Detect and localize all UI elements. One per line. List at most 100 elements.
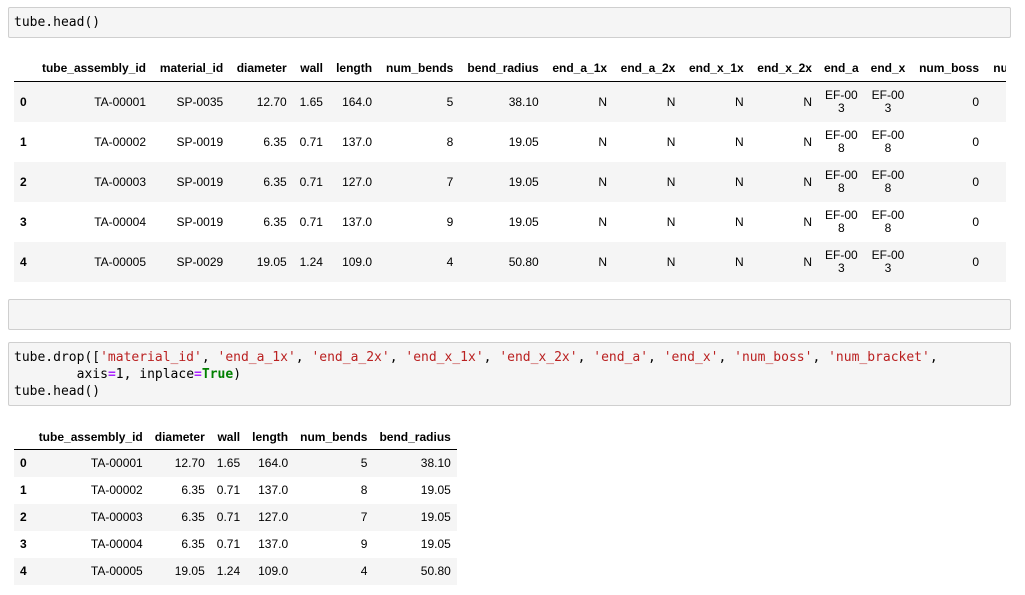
table-cell: EF-008 xyxy=(871,207,905,235)
table-cell: N xyxy=(598,214,608,229)
table-cell: 137.0 xyxy=(258,483,289,497)
table-cell: 9 xyxy=(360,537,368,551)
table-cell xyxy=(985,122,1006,162)
output-table-1: tube_assembly_id material_id diameter wall l… xyxy=(14,54,1006,282)
row-index: 3 xyxy=(20,214,27,229)
column-header: num_boss xyxy=(911,54,986,82)
table-row: 0 TA-00001 SP-0035 12.70 1.65 164.0 5 38.10 N N N N… xyxy=(14,81,1006,122)
row-index: 2 xyxy=(20,174,27,189)
table-cell: EF-008 xyxy=(871,167,905,195)
output-table-2-container: tube_assembly_id diameter wall length num_be… xyxy=(14,425,457,585)
output-table-2: tube_assembly_id diameter wall length num_be… xyxy=(14,425,457,585)
table-cell: 19.05 xyxy=(256,254,287,269)
table-cell: 50.80 xyxy=(420,564,451,578)
table-cell: 1.65 xyxy=(216,456,241,471)
table-cell: EF-008 xyxy=(824,207,858,235)
table-row: 3 TA-00004 6.35 0.71 137.0 9 19.05 xyxy=(14,531,457,558)
table-cell: 19.05 xyxy=(174,564,205,578)
table-cell: 127.0 xyxy=(342,174,373,189)
table-cell: N xyxy=(735,214,744,229)
index-header xyxy=(14,425,33,450)
column-header: diameter xyxy=(229,54,293,82)
table-cell: 6.35 xyxy=(181,483,205,497)
table-cell: N xyxy=(735,134,744,149)
table-cell: TA-00002 xyxy=(94,134,146,149)
row-index: 0 xyxy=(20,94,27,109)
table-cell: 137.0 xyxy=(342,134,373,149)
table-cell: EF-008 xyxy=(824,127,858,155)
table-cell: 19.05 xyxy=(420,483,451,497)
table-cell: 38.10 xyxy=(508,94,539,109)
table-cell: 7 xyxy=(360,510,368,524)
table-cell: 0.71 xyxy=(299,174,323,189)
column-header: end_a_1x xyxy=(544,54,614,82)
table-cell: 7 xyxy=(446,174,454,189)
table-cell: 5 xyxy=(446,94,454,109)
table-cell: EF-008 xyxy=(824,167,858,195)
table-row: 2 TA-00003 6.35 0.71 127.0 7 19.05 xyxy=(14,503,457,531)
table-cell: 164.0 xyxy=(342,94,373,109)
table-cell: 38.10 xyxy=(420,456,451,471)
table-row: 4 TA-00005 SP-0029 19.05 1.24 109.0 4 50.80 N N N N… xyxy=(14,241,1006,282)
table-cell: 19.05 xyxy=(508,134,539,149)
table-cell: EF-008 xyxy=(871,127,905,155)
table-cell: 0.71 xyxy=(299,214,323,229)
table-row: 1 TA-00002 SP-0019 6.35 0.71 137.0 8 19.05 N N N N E… xyxy=(14,122,1006,162)
table-cell: N xyxy=(803,254,812,269)
row-index: 4 xyxy=(20,254,27,269)
table-cell: 0 xyxy=(972,134,980,149)
table-cell: 8 xyxy=(360,483,368,497)
table-row: 4 TA-00005 19.05 1.24 109.0 4 50.80 xyxy=(14,557,457,585)
row-index: 3 xyxy=(20,537,27,551)
column-header: material_id xyxy=(152,54,230,82)
table-cell: 0.71 xyxy=(299,134,323,149)
table-cell: N xyxy=(666,94,676,109)
column-header: wall xyxy=(292,54,329,82)
table-cell: N xyxy=(666,174,676,189)
table-cell xyxy=(985,162,1006,202)
code-cell-3-text[interactable]: tube.drop(['material_id', 'end_a_1x', 'e… xyxy=(9,343,1010,406)
table-cell: 50.80 xyxy=(508,254,539,269)
table-cell: N xyxy=(598,174,608,189)
table-header-row: tube_assembly_id material_id diameter wall l… xyxy=(14,54,1006,82)
column-header: length xyxy=(246,425,295,450)
table-cell: N xyxy=(735,174,744,189)
table-cell: SP-0019 xyxy=(176,174,224,189)
code-line-1: tube.drop(['material_id', 'end_a_1x', 'e… xyxy=(14,350,938,365)
table-cell: 137.0 xyxy=(258,537,289,551)
row-index: 2 xyxy=(20,510,27,524)
code-cell-1-text[interactable]: tube.head() xyxy=(9,8,1010,37)
table-cell: 0 xyxy=(972,174,980,189)
table-cell: 1.65 xyxy=(299,94,323,109)
table-row: 3 TA-00004 SP-0019 6.35 0.71 137.0 9 19.05 N N N N E… xyxy=(14,202,1006,242)
table-cell: 9 xyxy=(446,214,454,229)
column-header: end_a xyxy=(817,54,865,82)
table-cell: 6.35 xyxy=(181,510,205,524)
table-cell xyxy=(985,82,1006,122)
table-cell xyxy=(985,242,1006,282)
table-cell: TA-00004 xyxy=(94,214,146,229)
table-cell: N xyxy=(735,94,744,109)
code-cell-3[interactable]: tube.drop(['material_id', 'end_a_1x', 'e… xyxy=(8,342,1011,406)
column-header: diameter xyxy=(148,425,211,450)
table-cell: 19.05 xyxy=(420,510,451,524)
table-cell: 1.24 xyxy=(299,254,323,269)
table-cell: EF-003 xyxy=(871,247,905,275)
index-header xyxy=(14,54,34,82)
table-cell: 8 xyxy=(446,134,454,149)
output-table-1-container: tube_assembly_id material_id diameter wall l… xyxy=(14,54,1006,282)
table-cell: EF-003 xyxy=(824,247,858,275)
column-header: tube_assembly_id xyxy=(33,54,152,82)
code-cell-2-empty[interactable] xyxy=(8,299,1011,330)
table-cell: 0.71 xyxy=(216,510,241,524)
table-cell: 164.0 xyxy=(258,456,289,471)
table-cell: 1.24 xyxy=(216,564,241,578)
table-row: 2 TA-00003 SP-0019 6.35 0.71 127.0 7 19.05 N N N N E… xyxy=(14,161,1006,202)
table-cell: 4 xyxy=(446,254,454,269)
table-cell: N xyxy=(666,254,676,269)
table-cell: EF-003 xyxy=(824,87,858,115)
code-cell-1[interactable]: tube.head() xyxy=(8,7,1011,38)
table-cell: 127.0 xyxy=(258,510,289,524)
table-cell: EF-003 xyxy=(871,87,905,115)
table-cell: 0 xyxy=(972,254,980,269)
